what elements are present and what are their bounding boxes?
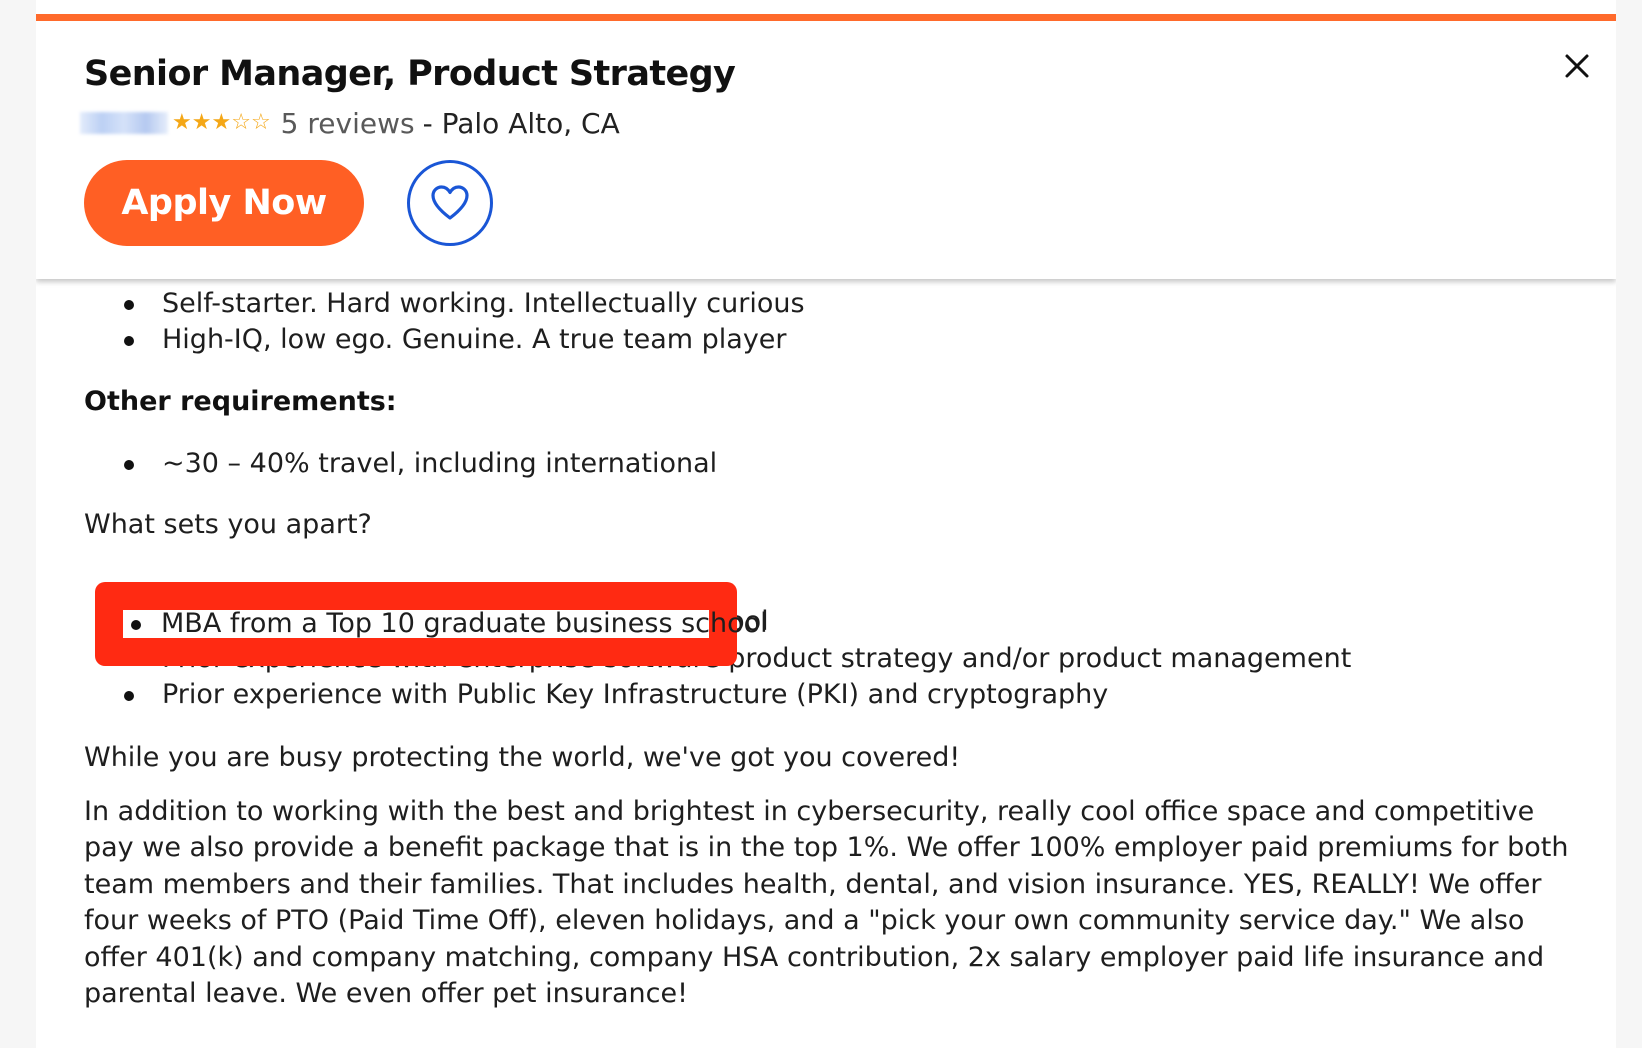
list-item: Self-starter. Hard working. Intellectual… [124, 286, 805, 322]
star-filled-icon: ★ [172, 110, 192, 135]
heart-icon [431, 185, 469, 220]
highlight-annotation: MBA from a Top 10 graduate business scho… [95, 582, 768, 666]
star-empty-icon: ☆ [231, 110, 251, 135]
highlighted-list-item: MBA from a Top 10 graduate business scho… [131, 606, 768, 642]
location: - Palo Alto, CA [423, 107, 620, 140]
close-button[interactable] [1554, 43, 1600, 89]
benefits-paragraph: In addition to working with the best and… [84, 796, 1569, 1010]
list-item: High-IQ, low ego. Genuine. A true team p… [124, 322, 787, 358]
save-job-button[interactable] [407, 160, 493, 246]
accent-bar [36, 14, 1616, 21]
list-item: ~30 – 40% travel, including internationa… [123, 446, 717, 482]
covered-line: While you are busy protecting the world,… [84, 742, 961, 773]
highlight-inner: MBA from a Top 10 graduate business scho… [123, 608, 768, 639]
star-filled-icon: ★ [211, 110, 232, 135]
job-header: Senior Manager, Product Strategy ★ ★ ★ ☆ ☆ 5… [36, 21, 1616, 279]
star-rating[interactable]: ★ ★ ★ ☆ ☆ [172, 112, 271, 134]
job-detail-panel: Self-starter. Hard working. Intellectual… [36, 0, 1616, 1048]
star-filled-icon: ★ [191, 110, 212, 135]
location-separator: - [422, 106, 433, 140]
location-text: Palo Alto, CA [441, 106, 620, 140]
close-icon [1565, 54, 1589, 78]
reviews-link[interactable]: 5 reviews [281, 107, 415, 140]
star-empty-icon: ☆ [250, 110, 271, 135]
apply-now-button[interactable]: Apply Now [84, 160, 364, 246]
other-requirements-heading: Other requirements: [84, 386, 397, 417]
company-name-redacted[interactable] [80, 112, 168, 134]
job-title: Senior Manager, Product Strategy [84, 54, 736, 94]
sets-apart-heading: What sets you apart? [84, 509, 372, 540]
company-info-row: ★ ★ ★ ☆ ☆ 5 reviews - Palo Alto, CA [80, 103, 620, 143]
list-item: Prior experience with Public Key Infrast… [123, 677, 1108, 713]
